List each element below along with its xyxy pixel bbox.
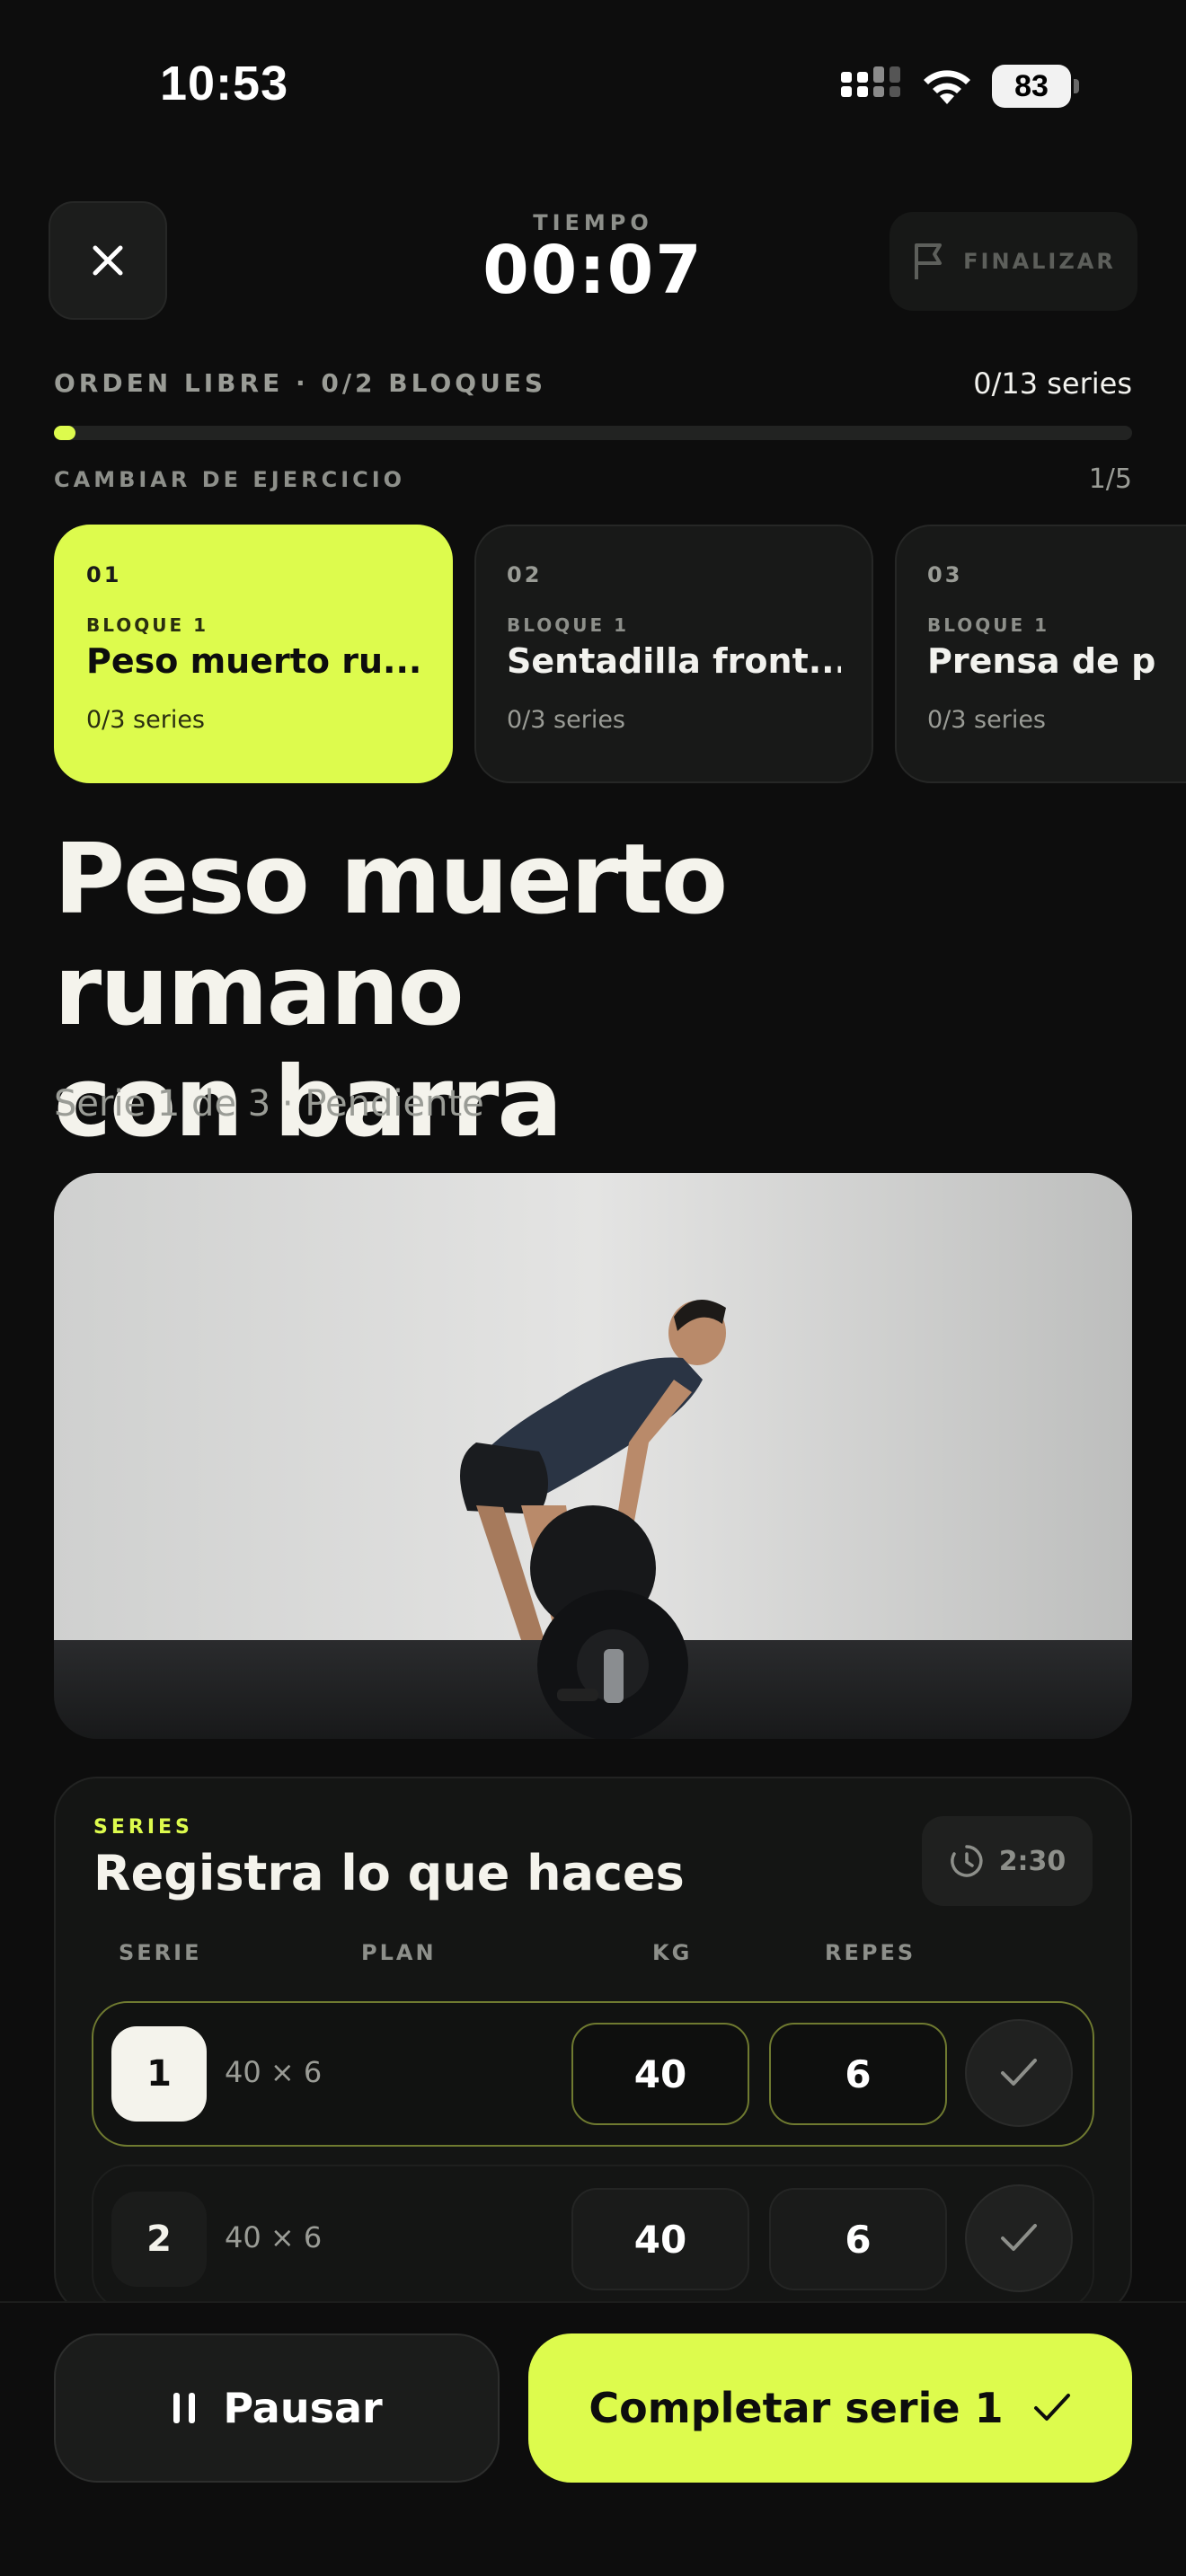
finish-label: FINALIZAR (963, 249, 1116, 274)
kg-input[interactable]: 40 (571, 2023, 749, 2125)
close-button[interactable] (49, 201, 167, 320)
exercise-card-2[interactable]: 02 BLOQUE 1 Sentadilla front... 0/3 seri… (474, 525, 873, 783)
card-block: BLOQUE 1 (507, 614, 630, 636)
card-sets: 0/3 series (86, 706, 205, 734)
exercise-photo (54, 1173, 1132, 1739)
progress-fill (54, 426, 75, 440)
exercise-card-1[interactable]: 01 BLOQUE 1 Peso muerto ru... 0/3 series (54, 525, 453, 783)
battery-indicator: 83 (992, 65, 1079, 108)
card-number: 01 (86, 562, 122, 587)
checkmark-icon (1001, 2224, 1037, 2251)
set-number: 1 (111, 2026, 207, 2122)
pause-icon (173, 2393, 196, 2423)
card-number: 03 (927, 562, 963, 587)
reps-input[interactable]: 6 (769, 2023, 947, 2125)
finish-button[interactable]: FINALIZAR (890, 212, 1137, 311)
kg-input[interactable]: 40 (571, 2188, 749, 2290)
cellular-signal-icon (841, 66, 900, 97)
rest-timer-button[interactable]: 2:30 (922, 1816, 1093, 1906)
checkmark-icon (1001, 2059, 1037, 2086)
flag-icon (915, 243, 943, 279)
set-plan: 40 × 6 (225, 2055, 323, 2089)
progress-track (54, 426, 1132, 440)
complete-set-main-button[interactable]: Completar serie 1 (528, 2333, 1132, 2483)
column-kg: KG (652, 1940, 693, 1965)
card-name: Sentadilla front... (507, 641, 841, 681)
pause-label: Pausar (223, 2384, 383, 2432)
set-plan: 40 × 6 (225, 2220, 323, 2254)
set-number: 2 (111, 2192, 207, 2287)
exercise-card-3[interactable]: 03 BLOQUE 1 Prensa de pierna 0/3 series (895, 525, 1186, 783)
rest-time: 2:30 (998, 1845, 1067, 1877)
exercise-subtitle: Serie 1 de 3 · Pendiente (54, 1083, 484, 1125)
series-title: Registra lo que haces (93, 1845, 685, 1901)
column-reps: REPES (825, 1940, 916, 1965)
wifi-icon (924, 70, 970, 104)
series-tag: SERIES (93, 1816, 193, 1839)
reps-input[interactable]: 6 (769, 2188, 947, 2290)
card-sets: 0/3 series (927, 706, 1046, 734)
pause-button[interactable]: Pausar (54, 2333, 500, 2483)
column-serie: SERIE (119, 1940, 202, 1965)
card-block: BLOQUE 1 (86, 614, 209, 636)
status-time: 10:53 (160, 57, 289, 110)
complete-label: Completar serie 1 (589, 2384, 1004, 2432)
complete-set-button[interactable] (965, 2019, 1073, 2127)
change-exercise-count: 1/5 (1088, 463, 1132, 495)
card-name: Peso muerto ru... (86, 641, 420, 681)
timer-icon (950, 1845, 983, 1877)
card-block: BLOQUE 1 (927, 614, 1050, 636)
progress-count: 0/13 series (973, 366, 1132, 401)
progress-label: ORDEN LIBRE · 0/2 BLOQUES (54, 368, 547, 398)
exercise-title-line1: Peso muerto rumano (54, 824, 728, 1047)
timer-value: 00:07 (482, 232, 704, 309)
card-sets: 0/3 series (507, 706, 625, 734)
card-name: Prensa de pierna (927, 641, 1155, 681)
card-number: 02 (507, 562, 543, 587)
checkmark-icon (1033, 2394, 1070, 2421)
close-icon (93, 245, 123, 276)
change-exercise-label: CAMBIAR DE EJERCICIO (54, 467, 406, 492)
complete-set-button[interactable] (965, 2184, 1073, 2292)
column-plan: PLAN (361, 1940, 437, 1965)
